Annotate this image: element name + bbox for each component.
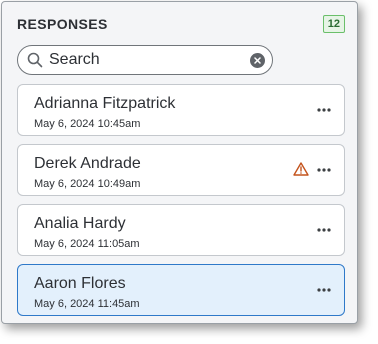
responses-list: Adrianna Fitzpatrick May 6, 2024 10:45am… (17, 84, 345, 323)
more-options-icon[interactable] (316, 103, 332, 117)
panel-header: RESPONSES 12 (17, 15, 345, 33)
panel-title: RESPONSES (17, 16, 108, 32)
response-card[interactable]: Adrianna Fitzpatrick May 6, 2024 10:45am (17, 84, 345, 136)
response-card[interactable]: Derek Andrade May 6, 2024 10:49am (17, 144, 345, 196)
warning-icon (293, 162, 309, 176)
more-options-icon[interactable] (316, 163, 332, 177)
search-icon (27, 52, 43, 68)
response-date: May 6, 2024 10:45am (34, 118, 141, 130)
respondent-name: Adrianna Fitzpatrick (34, 95, 176, 112)
response-date: May 6, 2024 10:49am (34, 178, 141, 190)
clear-icon[interactable] (250, 53, 265, 68)
search-box (17, 45, 273, 75)
respondent-name: Aaron Flores (34, 275, 126, 292)
respondent-name: Derek Andrade (34, 155, 141, 172)
search-input[interactable] (49, 51, 239, 69)
response-count-badge: 12 (322, 15, 345, 33)
response-date: May 6, 2024 11:45am (34, 298, 140, 310)
response-card[interactable]: Analia Hardy May 6, 2024 11:05am (17, 204, 345, 256)
more-options-icon[interactable] (316, 223, 332, 237)
responses-panel: RESPONSES 12 Adrianna Fitzpatrick May 6,… (1, 1, 358, 324)
response-date: May 6, 2024 11:05am (34, 238, 140, 250)
respondent-name: Analia Hardy (34, 215, 126, 232)
more-options-icon[interactable] (316, 283, 332, 297)
response-card[interactable]: Aaron Flores May 6, 2024 11:45am (17, 264, 345, 316)
